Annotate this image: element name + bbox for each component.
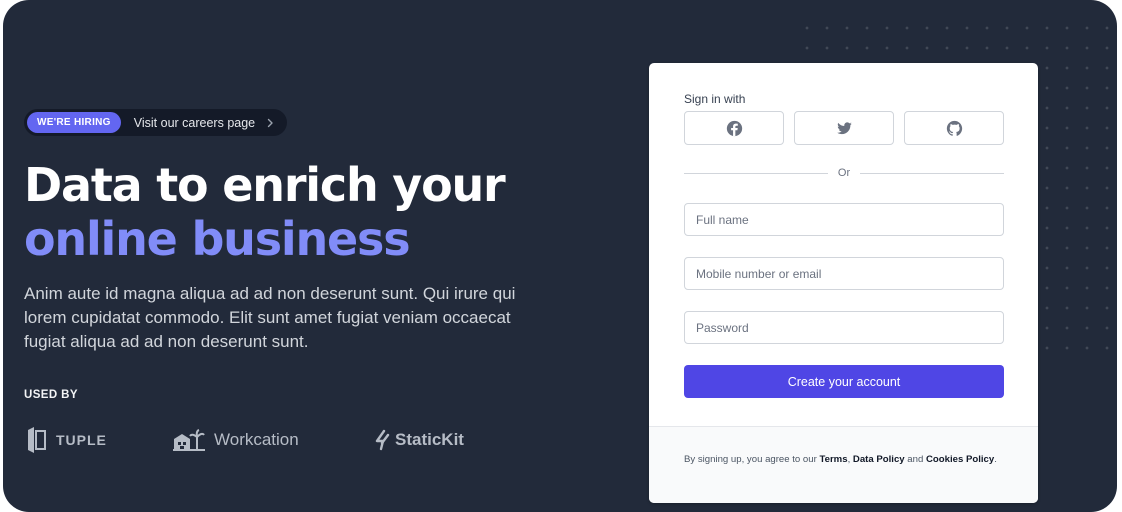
statickit-logo-icon xyxy=(375,429,390,451)
or-label: Or xyxy=(837,167,851,179)
hero-description: Anim aute id magna aliqua ad ad non dese… xyxy=(24,284,516,351)
legal-prefix: By signing up, you agree to our xyxy=(684,454,820,465)
social-sign-in-buttons xyxy=(684,111,1004,145)
signup-card-footer: By signing up, you agree to our Terms, D… xyxy=(649,426,1038,503)
statickit-logo-text: StaticKit xyxy=(395,430,464,449)
headline-line-2: online business xyxy=(24,212,411,266)
full-name-input[interactable] xyxy=(684,203,1004,236)
github-icon xyxy=(946,120,962,136)
create-account-button[interactable]: Create your account xyxy=(684,365,1004,398)
workcation-logo-icon xyxy=(173,429,205,451)
careers-link-text[interactable]: Visit our careers page xyxy=(134,116,255,130)
statickit-logo: StaticKit xyxy=(374,424,464,456)
terms-link[interactable]: Terms xyxy=(819,454,847,465)
mobile-or-email-input[interactable] xyxy=(684,257,1004,290)
signup-card: Sign in with Or Full name Mobile number … xyxy=(649,63,1038,503)
hero-section: WE'RE HIRING Visit our careers page Data… xyxy=(3,0,1117,512)
tuple-logo: TUPLE xyxy=(27,424,107,456)
legal-and: and xyxy=(904,454,926,465)
hero-content: WE'RE HIRING Visit our careers page Data… xyxy=(24,0,584,512)
workcation-logo-text: Workcation xyxy=(214,430,299,449)
twitter-sign-in-button[interactable] xyxy=(794,111,894,145)
chevron-right-icon xyxy=(267,118,273,127)
tuple-logo-icon xyxy=(28,427,46,453)
divider-line-left xyxy=(684,172,828,174)
hiring-badge: WE'RE HIRING xyxy=(27,112,121,133)
hero-headline: Data to enrich your online business xyxy=(24,158,506,266)
divider-line-right xyxy=(860,172,1005,174)
sign-in-with-label: Sign in with xyxy=(684,92,746,106)
used-by-label: USED BY xyxy=(24,389,78,401)
legal-suffix: . xyxy=(994,454,997,465)
or-divider: Or xyxy=(684,165,1005,181)
headline-line-1: Data to enrich your xyxy=(24,158,506,212)
workcation-logo: Workcation xyxy=(172,424,299,456)
tuple-logo-text: TUPLE xyxy=(56,432,107,448)
signup-form: Sign in with Or Full name Mobile number … xyxy=(649,63,1038,426)
data-policy-link[interactable]: Data Policy xyxy=(853,454,905,465)
twitter-icon xyxy=(836,121,852,134)
facebook-icon xyxy=(726,120,742,136)
cookies-policy-link[interactable]: Cookies Policy xyxy=(926,454,994,465)
legal-notice: By signing up, you agree to our Terms, D… xyxy=(684,451,1003,468)
password-input[interactable] xyxy=(684,311,1004,344)
github-sign-in-button[interactable] xyxy=(904,111,1004,145)
careers-announcement-link[interactable]: WE'RE HIRING Visit our careers page xyxy=(24,109,288,136)
customer-logos: TUPLE Workcation StaticKit xyxy=(24,424,494,456)
facebook-sign-in-button[interactable] xyxy=(684,111,784,145)
